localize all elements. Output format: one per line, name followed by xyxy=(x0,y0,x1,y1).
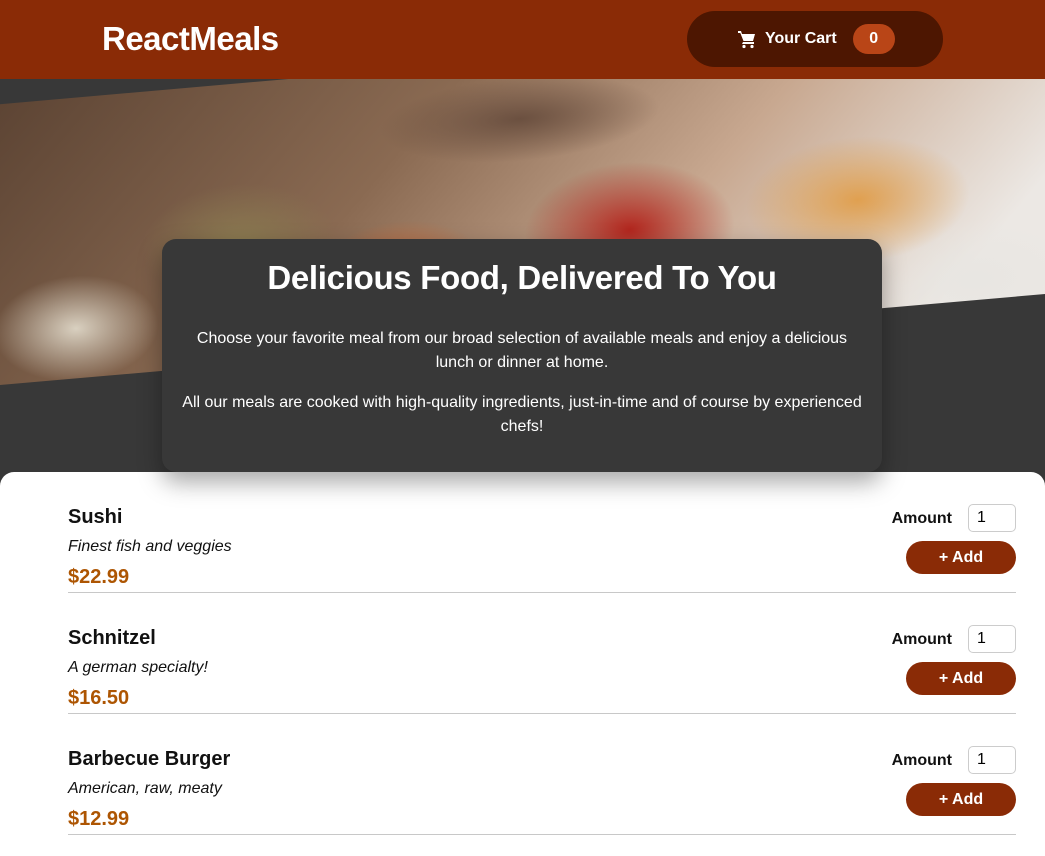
app-header: ReactMeals Your Cart 0 xyxy=(0,0,1045,79)
meal-description: A german specialty! xyxy=(68,659,208,676)
amount-label: Amount xyxy=(891,631,952,648)
cart-button[interactable]: Your Cart 0 xyxy=(687,11,943,67)
meal-item: Barbecue Burger American, raw, meaty $12… xyxy=(68,714,1016,835)
cart-icon xyxy=(737,29,757,49)
meals-list: Sushi Finest fish and veggies $22.99 Amo… xyxy=(0,472,1045,856)
meal-price: $22.99 xyxy=(68,566,130,588)
amount-input[interactable] xyxy=(968,746,1016,774)
add-button[interactable]: + Add xyxy=(906,783,1016,816)
cart-label: Your Cart xyxy=(765,30,837,47)
cart-count-badge: 0 xyxy=(852,24,895,54)
amount-label: Amount xyxy=(891,510,952,527)
meal-description: American, raw, meaty xyxy=(68,780,222,797)
meal-price: $16.50 xyxy=(68,687,130,709)
summary-paragraph: Choose your favorite meal from our broad… xyxy=(196,330,848,371)
meal-name: Schnitzel xyxy=(68,627,156,649)
meal-item: Schnitzel A german specialty! $16.50 Amo… xyxy=(68,593,1016,714)
meal-item: Sushi Finest fish and veggies $22.99 Amo… xyxy=(68,472,1016,593)
meal-name: Barbecue Burger xyxy=(68,748,231,770)
amount-label: Amount xyxy=(891,752,952,769)
amount-input[interactable] xyxy=(968,504,1016,532)
amount-input[interactable] xyxy=(968,625,1016,653)
meal-description: Finest fish and veggies xyxy=(68,538,232,555)
meal-name: Sushi xyxy=(68,506,123,528)
add-button[interactable]: + Add xyxy=(906,541,1016,574)
brand-title: ReactMeals xyxy=(102,20,279,57)
add-button[interactable]: + Add xyxy=(906,662,1016,695)
summary-title: Delicious Food, Delivered To You xyxy=(267,259,777,296)
meals-summary: Delicious Food, Delivered To You Choose … xyxy=(162,239,882,472)
meal-price: $12.99 xyxy=(68,808,130,830)
summary-paragraph: All our meals are cooked with high-quali… xyxy=(182,394,862,435)
